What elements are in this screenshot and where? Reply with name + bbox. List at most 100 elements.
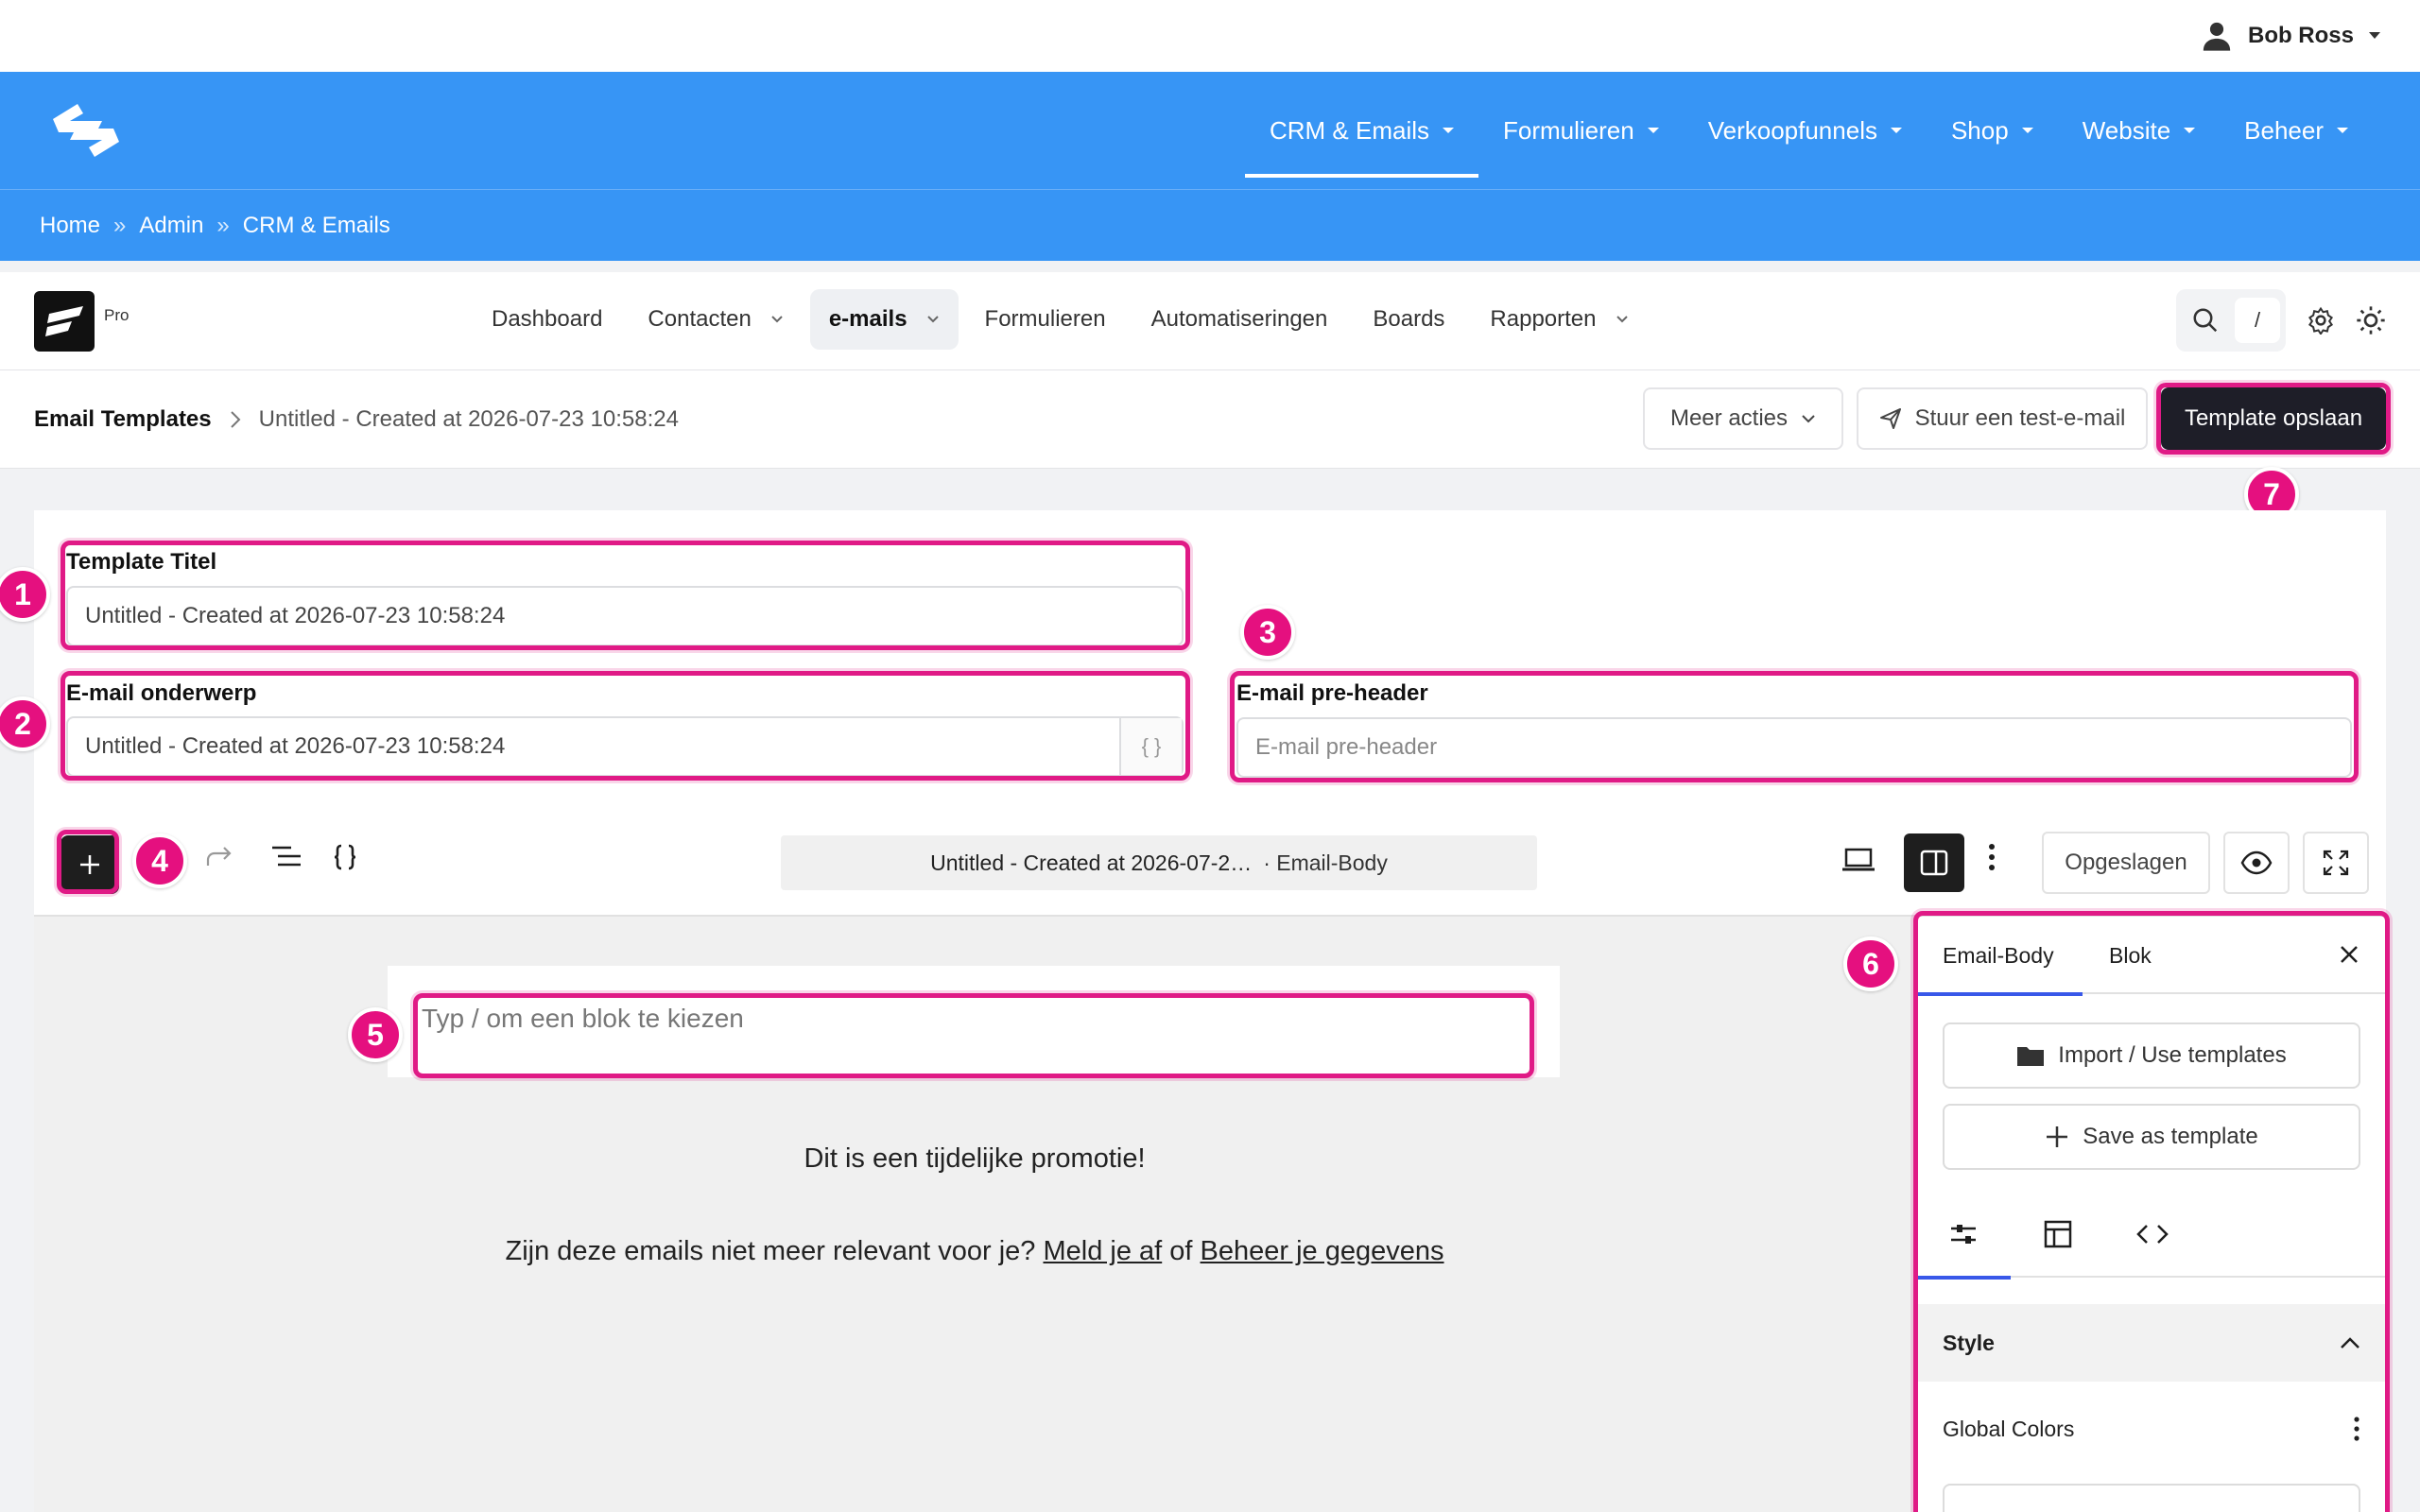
tab-layout[interactable] <box>2011 1191 2105 1278</box>
email-subject-label: E-mail onderwerp <box>66 680 257 706</box>
main-menu: CRM & Emails Formulieren Verkoopfunnels … <box>1244 72 2373 189</box>
breadcrumb-separator: » <box>216 212 230 238</box>
badge-5: 5 <box>348 1007 403 1062</box>
fullscreen-button[interactable] <box>2303 832 2369 894</box>
eye-icon <box>2240 850 2273 875</box>
menu-shop[interactable]: Shop <box>1927 72 2058 189</box>
breadcrumb-crm[interactable]: CRM & Emails <box>243 213 390 239</box>
laptop-icon <box>1842 848 1875 871</box>
template-title-input[interactable]: Untitled - Created at 2026-07-23 10:58:2… <box>66 586 1184 646</box>
caret-down-icon <box>2337 128 2348 133</box>
promo-text[interactable]: Dit is een tijdelijke promotie! <box>34 1143 1915 1175</box>
brand-logo-icon <box>53 104 119 157</box>
nav-rapporten[interactable]: Rapporten <box>1471 289 1647 350</box>
block-inserter-placeholder[interactable]: Typ / om een blok te kiezen <box>418 994 1533 1075</box>
editor-toolbar: Untitled - Created at 2026-07-2… · Email… <box>34 813 2386 917</box>
close-sidebar-button[interactable] <box>2338 943 2360 966</box>
nav-automatiseringen[interactable]: Automatiseringen <box>1132 289 1347 350</box>
chevron-up-icon <box>2341 1337 2360 1349</box>
email-preheader-input[interactable]: E-mail pre-header <box>1236 717 2352 778</box>
breadcrumb-admin[interactable]: Admin <box>139 213 203 239</box>
chevron-down-icon <box>926 316 939 323</box>
merge-tags-button[interactable] <box>333 843 357 871</box>
caret-down-icon <box>1890 128 1902 133</box>
app-nav: Dashboard Contacten e-mails Formulieren … <box>473 289 1648 350</box>
chevron-right-icon <box>230 411 241 428</box>
brand-logo[interactable] <box>45 100 127 161</box>
menu-beheer[interactable]: Beheer <box>2220 72 2373 189</box>
badge-4: 4 <box>132 833 187 888</box>
menu-website[interactable]: Website <box>2058 72 2220 189</box>
badge-3: 3 <box>1240 605 1295 660</box>
preview-button[interactable] <box>2223 832 2290 894</box>
send-test-email-button[interactable]: Stuur een test-e-mail <box>1857 387 2148 450</box>
send-icon <box>1879 408 1901 429</box>
add-block-button[interactable] <box>60 835 119 894</box>
redo-icon <box>206 847 232 866</box>
footer-unsubscribe-text[interactable]: Zijn deze emails niet meer relevant voor… <box>34 1236 1915 1267</box>
settings-sidebar: Email-Body Blok Import / Use templates S… <box>1915 917 2387 1512</box>
menu-formulieren[interactable]: Formulieren <box>1478 72 1684 189</box>
email-subject-input[interactable]: Untitled - Created at 2026-07-23 10:58:2… <box>66 716 1184 777</box>
user-menu[interactable]: Bob Ross <box>2201 17 2380 55</box>
breadcrumb-separator: » <box>113 212 127 238</box>
breadcrumb-home[interactable]: Home <box>40 213 100 239</box>
settings-button[interactable] <box>2307 306 2335 335</box>
chevron-down-icon <box>2369 32 2380 39</box>
document-outline-button[interactable] <box>270 843 302 871</box>
save-as-template-button[interactable]: Save as template <box>1943 1104 2360 1170</box>
manage-preferences-link[interactable]: Beheer je gegevens <box>1201 1236 1444 1266</box>
more-actions-button[interactable]: Meer acties <box>1643 387 1843 450</box>
settings-sidebar-toggle[interactable] <box>1904 833 1964 892</box>
tab-code[interactable] <box>2105 1191 2200 1278</box>
style-section-header[interactable]: Style <box>1916 1304 2387 1382</box>
caret-down-icon <box>1647 128 1659 133</box>
menu-verkoopfunnels[interactable]: Verkoopfunnels <box>1684 72 1927 189</box>
list-view-icon <box>272 846 301 867</box>
plus-icon <box>80 855 99 874</box>
saved-status-button[interactable]: Opgeslagen <box>2042 832 2210 894</box>
document-title: Untitled - Created at 2026-07-2… <box>930 850 1253 875</box>
caret-down-icon <box>1443 128 1454 133</box>
vertical-dots-icon[interactable] <box>2353 1415 2360 1443</box>
save-template-button[interactable]: Template opslaan <box>2161 387 2386 450</box>
import-templates-button[interactable]: Import / Use templates <box>1943 1022 2360 1089</box>
sidebar-subtabs <box>1916 1191 2387 1280</box>
document-title-bar[interactable]: Untitled - Created at 2026-07-2… · Email… <box>781 835 1537 890</box>
user-bar: Bob Ross <box>0 0 2420 72</box>
tab-email-body[interactable]: Email-Body <box>1916 917 2083 996</box>
theme-toggle-button[interactable] <box>2356 305 2386 335</box>
badge-6: 6 <box>1843 936 1898 991</box>
color-picker-box[interactable] <box>1943 1484 2360 1512</box>
app-logo[interactable]: Pro <box>34 291 129 352</box>
merge-tag-button[interactable]: { } <box>1119 718 1182 775</box>
pro-badge: Pro <box>104 306 130 324</box>
nav-dashboard[interactable]: Dashboard <box>473 289 621 350</box>
more-options-button[interactable] <box>1987 841 1996 873</box>
menu-crm-emails[interactable]: CRM & Emails <box>1244 72 1479 189</box>
global-colors-row: Global Colors <box>1943 1389 2360 1469</box>
sun-icon <box>2357 306 2385 335</box>
search-shortcut: / <box>2235 298 2280 343</box>
device-preview-button[interactable] <box>1841 847 1876 873</box>
redo-button[interactable] <box>204 843 234 871</box>
nav-contacten[interactable]: Contacten <box>629 289 802 350</box>
unsubscribe-link[interactable]: Meld je af <box>1043 1236 1162 1266</box>
curly-braces-icon <box>334 844 356 870</box>
nav-boards[interactable]: Boards <box>1354 289 1463 350</box>
chevron-down-icon <box>1616 316 1628 323</box>
nav-formulieren[interactable]: Formulieren <box>966 289 1125 350</box>
app-header: Pro Dashboard Contacten e-mails Formulie… <box>0 272 2420 370</box>
fullscreen-icon <box>2323 850 2349 876</box>
tab-block[interactable]: Blok <box>2109 917 2152 994</box>
user-name: Bob Ross <box>2247 23 2354 48</box>
caret-down-icon <box>2021 128 2033 133</box>
crumb-email-templates[interactable]: Email Templates <box>34 406 212 433</box>
tab-settings[interactable] <box>1916 1191 2011 1280</box>
search-button[interactable]: / <box>2176 289 2286 352</box>
nav-e-mails[interactable]: e-mails <box>809 289 959 350</box>
caret-down-icon <box>2184 128 2196 133</box>
code-icon <box>2136 1225 2169 1244</box>
main-navbar: CRM & Emails Formulieren Verkoopfunnels … <box>0 72 2420 189</box>
chevron-down-icon <box>771 316 783 323</box>
